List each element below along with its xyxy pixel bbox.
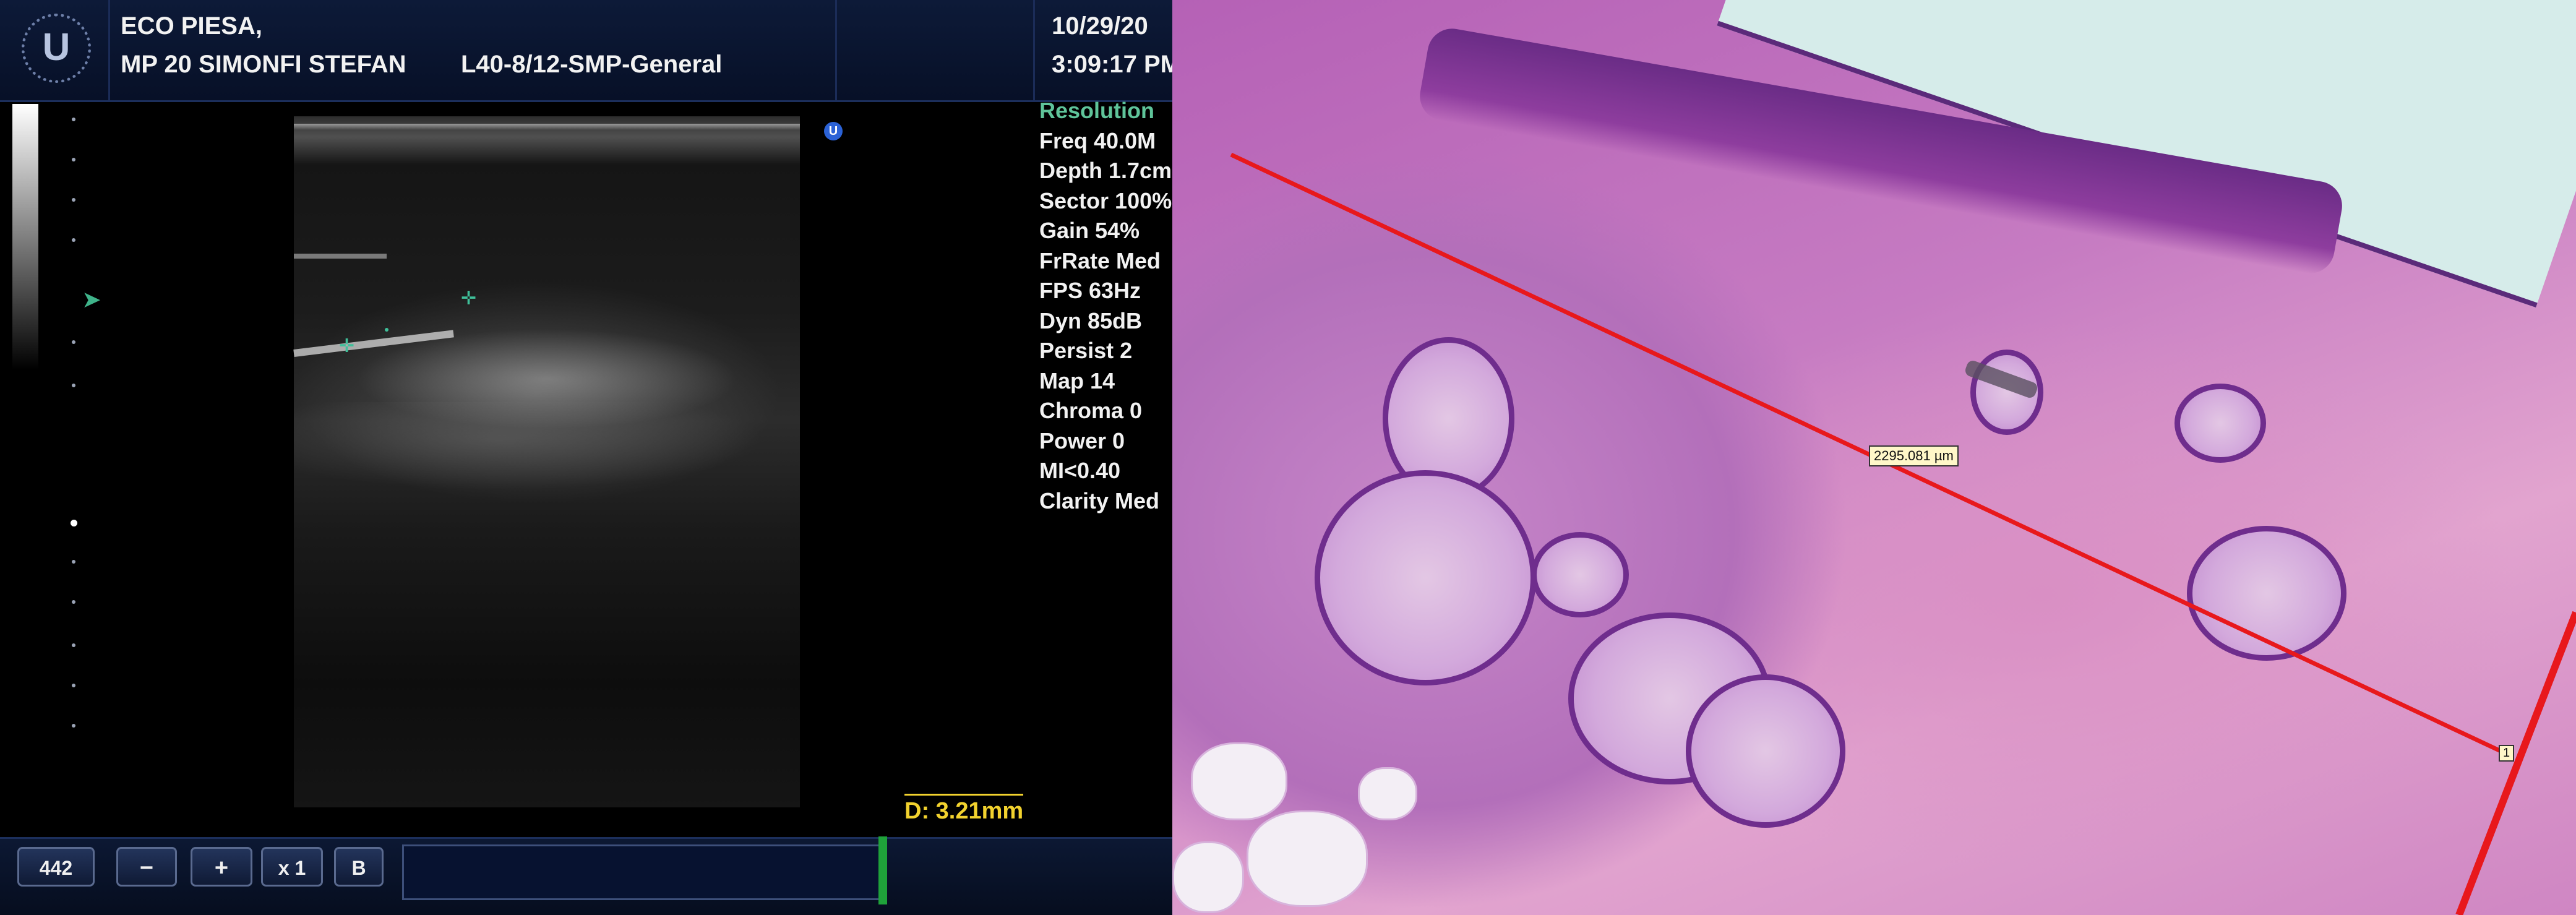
depth-scale-dot [72,600,75,604]
depth-scale-dot [72,198,75,202]
increase-button[interactable]: + [191,847,252,887]
param-dynamic-range: Dyn 85dB [1039,307,1143,333]
depth-scale-dot [72,684,75,687]
depth-scale-dot [72,560,75,564]
ultrasound-header: U ECO PIESA, MP 20 SIMONFI STEFAN L40-8/… [0,0,1172,102]
zoom-button[interactable]: x 1 [261,847,323,887]
skin-echo-line [294,254,387,259]
param-fps: FPS 63Hz [1039,278,1141,303]
param-resolution[interactable]: Resolution [1039,96,1172,126]
cine-loop-slider[interactable] [878,836,887,904]
operator-name: MP 20 SIMONFI STEFAN [121,51,406,78]
depth-scale-major-dot [71,520,77,526]
device-logo-icon: U [22,14,91,83]
exam-time: 3:09:17 PM [1052,51,1172,78]
histology-micrograph: 2295.081 µm 1 [1172,0,2576,915]
distance-measurement-readout: D: 3.21mm [904,794,1024,825]
focus-marker-icon: ➤ [82,287,101,313]
caliper-crosshair-icon[interactable]: ✛ [339,337,354,356]
decrease-button[interactable]: − [116,847,177,887]
b-mode-button[interactable]: B [334,847,384,887]
ultrasound-echo-region [294,402,800,551]
measurement-endpoint-label: 1 [2499,745,2515,762]
depth-scale-dot [72,158,75,161]
caliper-crosshair-icon[interactable]: ✛ [461,290,476,308]
ultrasound-viewer: U ECO PIESA, MP 20 SIMONFI STEFAN L40-8/… [0,0,1172,915]
depth-scale-dot [72,643,75,647]
depth-scale-dot [72,724,75,728]
orientation-marker-icon: U [824,122,843,140]
depth-scale-dot [72,118,75,121]
cine-loop-bar[interactable] [402,844,885,900]
caliper-path-dot [385,328,389,332]
transducer-surface-line [294,124,800,130]
imaging-parameters-panel: Resolution Freq 40.0M Depth 1.7cm Sector… [1039,96,1172,516]
param-chroma: Chroma 0 [1039,398,1143,423]
patient-name: ECO PIESA, [121,12,262,40]
param-depth: Depth 1.7cm [1039,158,1172,183]
logo-cell: U [0,0,110,100]
param-gain: Gain 54% [1039,218,1140,243]
measurement-length-label: 2295.081 µm [1869,445,1959,466]
param-mechanical-index: MI<0.40 [1039,458,1121,483]
param-persistence: Persist 2 [1039,338,1133,363]
depth-scale-dot [72,238,75,242]
param-power: Power 0 [1039,427,1125,453]
param-frequency: Freq 40.0M [1039,127,1156,153]
depth-scale-dot [72,384,75,387]
exam-date: 10/29/20 [1052,12,1148,40]
param-frame-rate: FrRate Med [1039,247,1161,273]
param-sector: Sector 100% [1039,187,1172,213]
depth-scale-dot [72,340,75,344]
probe-preset: L40-8/12-SMP-General [461,51,723,78]
param-clarity: Clarity Med [1039,488,1160,513]
param-map: Map 14 [1039,367,1115,393]
secondary-measurement-line[interactable] [2455,611,2576,915]
frame-counter-button[interactable]: 442 [17,847,95,887]
grayscale-map-bar [12,104,38,370]
